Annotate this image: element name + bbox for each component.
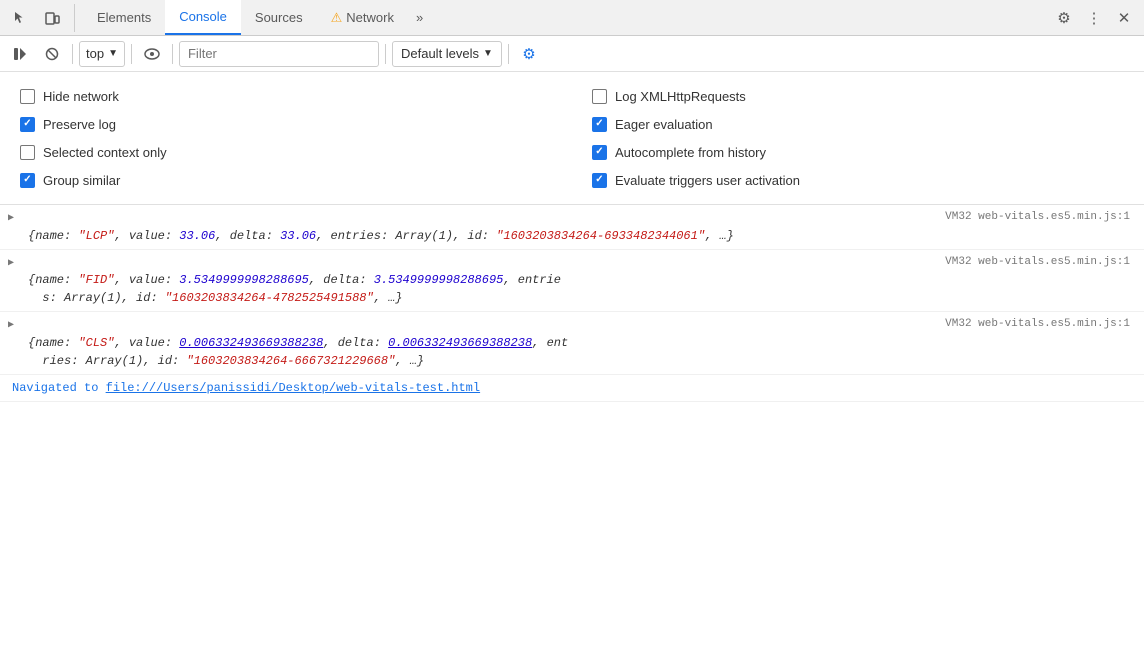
toolbar-divider-4	[385, 44, 386, 64]
tab-elements[interactable]: Elements	[83, 0, 165, 35]
tab-bar: Elements Console Sources ⚠ Network » ⚙ ⋮…	[0, 0, 1144, 36]
log-xhr-label: Log XMLHttpRequests	[615, 89, 746, 104]
main-content: top ▼ Default levels ▼ ⚙ Hide network	[0, 36, 1144, 650]
console-toolbar: top ▼ Default levels ▼ ⚙	[0, 36, 1144, 72]
hide-network-checkbox[interactable]	[20, 89, 35, 104]
selected-context-label: Selected context only	[43, 145, 167, 160]
navigated-text: Navigated to	[12, 381, 106, 395]
toolbar-divider-5	[508, 44, 509, 64]
console-entry-cls: VM32 web-vitals.es5.min.js:1 ▶ {name: "C…	[0, 312, 1144, 375]
expand-cls-icon[interactable]: ▶	[8, 318, 14, 333]
close-icon[interactable]: ✕	[1110, 4, 1138, 32]
block-icon[interactable]	[38, 40, 66, 68]
chevron-down-icon: ▼	[108, 48, 118, 59]
setting-selected-context[interactable]: Selected context only	[20, 138, 552, 166]
eager-eval-label: Eager evaluation	[615, 117, 713, 132]
settings-left: Hide network Preserve log Selected conte…	[20, 82, 552, 194]
preserve-log-checkbox[interactable]	[20, 117, 35, 132]
tab-console[interactable]: Console	[165, 0, 241, 35]
setting-eager-eval[interactable]: Eager evaluation	[592, 110, 1124, 138]
evaluate-triggers-checkbox[interactable]	[592, 173, 607, 188]
network-warning-icon: ⚠	[331, 10, 343, 26]
autocomplete-checkbox[interactable]	[592, 145, 607, 160]
filter-input[interactable]	[179, 41, 379, 67]
hide-network-label: Hide network	[43, 89, 119, 104]
device-icon[interactable]	[38, 4, 66, 32]
more-tabs-button[interactable]: »	[408, 10, 431, 25]
navigate-url-link[interactable]: file:///Users/panissidi/Desktop/web-vita…	[106, 381, 480, 395]
tab-network[interactable]: ⚠ Network	[317, 0, 408, 35]
eye-icon[interactable]	[138, 40, 166, 68]
log-xhr-checkbox[interactable]	[592, 89, 607, 104]
setting-preserve-log[interactable]: Preserve log	[20, 110, 552, 138]
setting-group-similar[interactable]: Group similar	[20, 166, 552, 194]
console-entry-fid: VM32 web-vitals.es5.min.js:1 ▶ {name: "F…	[0, 250, 1144, 313]
toolbar-divider-3	[172, 44, 173, 64]
entry-source-cls[interactable]: VM32 web-vitals.es5.min.js:1	[28, 316, 1138, 333]
play-icon[interactable]	[6, 40, 34, 68]
toolbar-divider-1	[72, 44, 73, 64]
setting-hide-network[interactable]: Hide network	[20, 82, 552, 110]
tab-sources[interactable]: Sources	[241, 0, 317, 35]
levels-chevron-icon: ▼	[483, 48, 493, 59]
cursor-icon[interactable]	[6, 4, 34, 32]
selected-context-checkbox[interactable]	[20, 145, 35, 160]
autocomplete-label: Autocomplete from history	[615, 145, 766, 160]
setting-evaluate-triggers[interactable]: Evaluate triggers user activation	[592, 166, 1124, 194]
entry-source-fid[interactable]: VM32 web-vitals.es5.min.js:1	[28, 254, 1138, 271]
tab-bar-right-actions: ⚙ ⋮ ✕	[1050, 4, 1138, 32]
settings-right: Log XMLHttpRequests Eager evaluation Aut…	[592, 82, 1124, 194]
group-similar-label: Group similar	[43, 173, 120, 188]
group-similar-checkbox[interactable]	[20, 173, 35, 188]
expand-lcp-icon[interactable]: ▶	[8, 211, 14, 226]
preserve-log-label: Preserve log	[43, 117, 116, 132]
settings-icon[interactable]: ⚙	[1050, 4, 1078, 32]
context-select[interactable]: top ▼	[79, 41, 125, 67]
settings-panel: Hide network Preserve log Selected conte…	[0, 72, 1144, 205]
more-options-icon[interactable]: ⋮	[1080, 4, 1108, 32]
default-levels-dropdown[interactable]: Default levels ▼	[392, 41, 502, 67]
expand-fid-icon[interactable]: ▶	[8, 256, 14, 271]
evaluate-triggers-label: Evaluate triggers user activation	[615, 173, 800, 188]
entry-source-lcp[interactable]: VM32 web-vitals.es5.min.js:1	[28, 209, 1138, 226]
tabs-container: Elements Console Sources ⚠ Network »	[83, 0, 1050, 35]
toolbar-divider-2	[131, 44, 132, 64]
setting-log-xhr[interactable]: Log XMLHttpRequests	[592, 82, 1124, 110]
devtools-icons	[6, 4, 75, 32]
navigate-entry: Navigated to file:///Users/panissidi/Des…	[0, 375, 1144, 402]
setting-autocomplete[interactable]: Autocomplete from history	[592, 138, 1124, 166]
console-output: VM32 web-vitals.es5.min.js:1 ▶ {name: "L…	[0, 205, 1144, 650]
console-entry-lcp: VM32 web-vitals.es5.min.js:1 ▶ {name: "L…	[0, 205, 1144, 250]
console-settings-icon[interactable]: ⚙	[515, 40, 543, 68]
eager-eval-checkbox[interactable]	[592, 117, 607, 132]
